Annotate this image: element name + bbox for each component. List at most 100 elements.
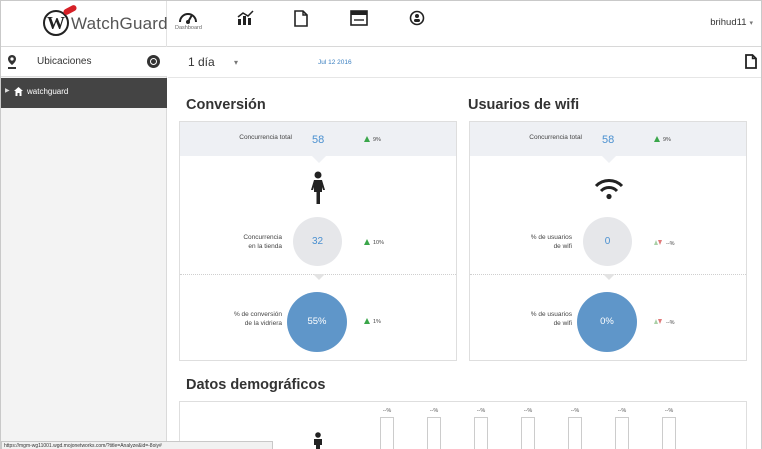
chevron-down-icon: ▾ (749, 20, 753, 27)
filter-bar: 1 día ▾ Jul 12 2016 (168, 48, 761, 78)
wifi-users-label-line1: % de usuarios (530, 234, 572, 241)
logo-text: WatchGuard (71, 14, 168, 33)
sidebar: Ubicaciones ▶ watchguard (1, 47, 167, 449)
power-icon (409, 10, 425, 26)
chevron-down-icon[interactable]: ▾ (234, 58, 238, 67)
updown-arrow-icon (654, 239, 663, 246)
report-icon (294, 10, 308, 27)
dashboard-icon (179, 13, 197, 24)
expand-arrow-icon[interactable]: ▶ (5, 87, 10, 94)
logo[interactable]: W WatchGuard (1, 1, 168, 47)
wifi-users2-value: 0% (577, 292, 637, 352)
window-label-line1: % de conversión (233, 311, 282, 318)
wifi-total-value: 58 (602, 134, 615, 146)
conversion-title: Conversión (186, 97, 266, 113)
wifi-icon (594, 179, 624, 200)
total-value: 58 (312, 134, 325, 146)
window-label: % de conversión de la vidriera (200, 311, 282, 328)
store-delta-value: 10% (373, 240, 385, 246)
nav-reports[interactable] (288, 10, 314, 40)
demographic-bar (568, 417, 582, 449)
app-window: W WatchGuard Dashboard brihud11 ▾ Ubicac… (0, 0, 762, 449)
wifi-users2-delta-value: --% (666, 320, 675, 326)
window-value: 55% (287, 292, 347, 352)
status-bar-url: https://mgm-wg11001.wgd.mojonetworks.com… (1, 441, 273, 449)
store-label: Concurrencia en la tienda (200, 234, 282, 251)
sidebar-item-watchguard[interactable]: ▶ watchguard (1, 78, 167, 108)
nav-analytics[interactable] (233, 10, 259, 40)
wifi-users2-label-line2: de wifi (553, 319, 572, 327)
wifi-card: Concurrencia total 58 9% % de usuarios d… (469, 121, 747, 361)
user-menu[interactable]: brihud11 ▾ (710, 17, 753, 28)
divider-notch (603, 274, 615, 280)
wifi-users-value: 0 (583, 217, 632, 266)
top-bar: W WatchGuard Dashboard brihud11 ▾ (1, 1, 761, 47)
conversion-card: Concurrencia total 58 9% Concurrencia en… (179, 121, 457, 361)
nav-dashboard[interactable]: Dashboard (175, 10, 202, 40)
home-icon (14, 87, 23, 96)
demographic-bar (662, 417, 676, 449)
wifi-users2-label-line1: % de usuarios (530, 311, 572, 318)
arrow-up-icon (364, 136, 370, 142)
band-notch (602, 156, 616, 163)
total-label: Concurrencia total (239, 134, 292, 141)
demographic-percent: --% (570, 408, 580, 414)
total-delta: 9% (364, 136, 381, 143)
nav-window[interactable] (346, 10, 372, 40)
demographic-bar (474, 417, 488, 449)
wifi-users2-delta: --% (654, 318, 675, 326)
demographic-column: --% (661, 408, 677, 449)
demographic-percent: --% (429, 408, 439, 414)
main-content: Conversión Usuarios de wifi Concurrencia… (168, 79, 761, 449)
wifi-users-delta-value: --% (666, 241, 675, 247)
window-delta-value: 1% (373, 319, 381, 325)
nav-dashboard-caption: Dashboard (175, 25, 202, 31)
store-label-line2: en la tienda (248, 242, 282, 250)
wifi-total-label: Concurrencia total (529, 134, 582, 141)
arrow-up-icon (654, 136, 660, 142)
demographic-column: --% (567, 408, 583, 449)
person-walking-icon (311, 171, 325, 204)
store-delta: 10% (364, 239, 384, 246)
person-icon (314, 432, 322, 449)
demographic-percent: --% (523, 408, 533, 414)
search-icon[interactable] (147, 55, 160, 68)
demographic-percent: --% (382, 408, 392, 414)
location-pin-icon (8, 55, 16, 69)
demographics-title: Datos demográficos (186, 377, 326, 393)
demographic-percent: --% (664, 408, 674, 414)
store-label-line1: Concurrencia (243, 234, 282, 241)
date-label[interactable]: Jul 12 2016 (318, 59, 352, 66)
arrow-up-icon (364, 239, 370, 245)
sidebar-header: Ubicaciones (1, 47, 167, 77)
wifi-users-delta: --% (654, 239, 675, 247)
wifi-users2-label: % de usuarios de wifi (490, 311, 572, 328)
demographic-column: --% (426, 408, 442, 449)
user-name: brihud11 (710, 17, 747, 28)
store-value: 32 (293, 217, 342, 266)
export-document-icon[interactable] (745, 54, 757, 69)
nav-power[interactable] (404, 10, 430, 40)
wifi-users-label-line2: de wifi (553, 242, 572, 250)
updown-arrow-icon (654, 318, 663, 325)
window-icon (350, 10, 368, 26)
total-delta-value: 9% (373, 137, 381, 143)
demographic-bar (380, 417, 394, 449)
wifi-total-delta: 9% (654, 136, 671, 143)
divider-notch (313, 274, 325, 280)
demographic-percent: --% (617, 408, 627, 414)
range-select[interactable]: 1 día (188, 55, 215, 69)
wifi-total-delta-value: 9% (663, 137, 671, 143)
window-label-line2: de la vidriera (244, 319, 282, 327)
demographic-bar (521, 417, 535, 449)
wifi-users-label: % de usuarios de wifi (490, 234, 572, 251)
demographic-column: --% (520, 408, 536, 449)
demographic-column: --% (473, 408, 489, 449)
demographic-column: --% (379, 408, 395, 449)
analytics-icon (237, 10, 254, 25)
demographic-bar (615, 417, 629, 449)
band-notch (312, 156, 326, 163)
sidebar-title: Ubicaciones (37, 56, 92, 67)
sidebar-item-label: watchguard (27, 87, 69, 96)
demographic-column: --% (614, 408, 630, 449)
